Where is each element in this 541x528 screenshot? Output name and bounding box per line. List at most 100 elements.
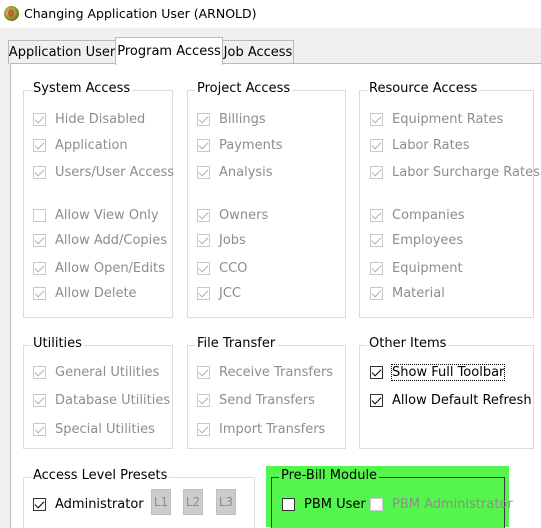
- checkbox-label: Companies: [392, 208, 465, 223]
- group-title: File Transfer: [195, 336, 278, 351]
- checkbox-pbm-user[interactable]: PBM User: [282, 497, 366, 512]
- checkbox-label: Allow Open/Edits: [55, 261, 165, 276]
- checkbox-administrator[interactable]: Administrator: [33, 497, 144, 512]
- checkbox-pbm-administrator: PBM Administrator: [370, 497, 513, 512]
- checkbox-label: Import Transfers: [219, 422, 326, 437]
- checkbox-equipment-rates: Equipment Rates: [370, 112, 503, 127]
- checkbox-material: Material: [370, 286, 445, 301]
- checkbox-box: [370, 113, 383, 126]
- checkbox-label: Send Transfers: [219, 393, 315, 408]
- checkbox-label: Database Utilities: [55, 393, 171, 408]
- checkbox-show-full-toolbar[interactable]: Show Full Toolbar: [370, 364, 506, 381]
- checkbox-database-utilities: Database Utilities: [33, 393, 170, 408]
- checkbox-allow-view-only: Allow View Only: [33, 208, 159, 223]
- group-title: System Access: [31, 81, 133, 96]
- checkbox-box: [370, 139, 383, 152]
- checkbox-label: General Utilities: [55, 365, 160, 380]
- group-title: Access Level Presets: [31, 468, 170, 483]
- checkbox-box: [370, 166, 383, 179]
- checkbox-label: Payments: [219, 138, 283, 153]
- checkbox-label: CCO: [219, 261, 248, 276]
- checkbox-label: Owners: [219, 208, 269, 223]
- checkbox-allow-open-edits: Allow Open/Edits: [33, 261, 165, 276]
- group-title: Other Items: [367, 336, 449, 351]
- checkbox-hide-disabled: Hide Disabled: [33, 112, 145, 127]
- checkbox-users-user-access: Users/User Access: [33, 165, 174, 180]
- checkbox-label: Labor Rates: [392, 138, 470, 153]
- checkbox-box[interactable]: [370, 394, 383, 407]
- checkbox-special-utilities: Special Utilities: [33, 422, 155, 437]
- checkbox-analysis: Analysis: [197, 165, 273, 180]
- app-icon: [4, 6, 19, 21]
- title-bar: Changing Application User (ARNOLD): [0, 0, 541, 28]
- checkbox-label: Application: [55, 138, 128, 153]
- checkbox-box: [370, 234, 383, 247]
- checkbox-label: Hide Disabled: [55, 112, 146, 127]
- level-3-button[interactable]: L3: [216, 489, 236, 515]
- checkbox-label: Show Full Toolbar: [390, 364, 506, 381]
- checkbox-box: [33, 113, 46, 126]
- checkbox-box: [370, 287, 383, 300]
- checkbox-label: Administrator: [55, 497, 144, 512]
- checkbox-label: Receive Transfers: [219, 365, 334, 380]
- checkbox-jobs: Jobs: [197, 233, 246, 248]
- tab-program-access[interactable]: Program Access: [115, 37, 223, 65]
- checkbox-box: [33, 262, 46, 275]
- checkbox-label: Material: [392, 286, 445, 301]
- checkbox-label: Employees: [392, 233, 464, 248]
- level-1-button[interactable]: L1: [151, 489, 171, 515]
- group-title: Project Access: [195, 81, 293, 96]
- checkbox-label: Billings: [219, 112, 266, 127]
- group-title: Pre-Bill Module: [279, 468, 380, 483]
- checkbox-general-utilities: General Utilities: [33, 365, 159, 380]
- checkbox-box: [197, 209, 210, 222]
- checkbox-label: Equipment Rates: [392, 112, 504, 127]
- checkbox-jcc: JCC: [197, 286, 241, 301]
- checkbox-companies: Companies: [370, 208, 465, 223]
- checkbox-box: [370, 262, 383, 275]
- checkbox-billings: Billings: [197, 112, 266, 127]
- tab-strip: Application User Program Access Job Acce…: [0, 35, 541, 65]
- checkbox-box: [370, 498, 383, 511]
- checkbox-box: [197, 139, 210, 152]
- window-title: Changing Application User (ARNOLD): [24, 6, 257, 21]
- checkbox-box: [33, 139, 46, 152]
- checkbox-owners: Owners: [197, 208, 268, 223]
- checkbox-labor-rates: Labor Rates: [370, 138, 469, 153]
- checkbox-box[interactable]: [33, 498, 46, 511]
- group-title: Utilities: [31, 336, 84, 351]
- checkbox-application: Application: [33, 138, 128, 153]
- checkbox-box: [197, 234, 210, 247]
- checkbox-allow-default-refresh[interactable]: Allow Default Refresh: [370, 393, 532, 408]
- checkbox-send-transfers: Send Transfers: [197, 393, 315, 408]
- checkbox-box[interactable]: [282, 498, 295, 511]
- checkbox-allow-delete: Allow Delete: [33, 286, 137, 301]
- checkbox-box: [33, 209, 46, 222]
- checkbox-label: Allow Delete: [55, 286, 137, 301]
- checkbox-receive-transfers: Receive Transfers: [197, 365, 333, 380]
- checkbox-label: Allow Default Refresh: [392, 393, 532, 408]
- group-title: Resource Access: [367, 81, 480, 96]
- checkbox-box: [33, 287, 46, 300]
- checkbox-box: [197, 394, 210, 407]
- tab-application-user[interactable]: Application User: [8, 40, 116, 64]
- checkbox-box: [197, 113, 210, 126]
- checkbox-employees: Employees: [370, 233, 463, 248]
- checkbox-box: [197, 287, 210, 300]
- checkbox-label: Users/User Access: [55, 165, 175, 180]
- checkbox-box: [33, 366, 46, 379]
- checkbox-label: Equipment: [392, 261, 463, 276]
- checkbox-label: Special Utilities: [55, 422, 155, 437]
- checkbox-box: [33, 394, 46, 407]
- checkbox-box: [370, 209, 383, 222]
- tab-label: Program Access: [117, 44, 221, 59]
- checkbox-cco: CCO: [197, 261, 247, 276]
- tab-job-access[interactable]: Job Access: [222, 40, 294, 64]
- checkbox-box[interactable]: [370, 366, 383, 379]
- checkbox-label: PBM User: [304, 497, 366, 512]
- checkbox-import-transfers: Import Transfers: [197, 422, 325, 437]
- tab-label: Application User: [8, 45, 116, 60]
- level-2-button[interactable]: L2: [183, 489, 203, 515]
- checkbox-box: [197, 262, 210, 275]
- checkbox-label: Jobs: [219, 233, 246, 248]
